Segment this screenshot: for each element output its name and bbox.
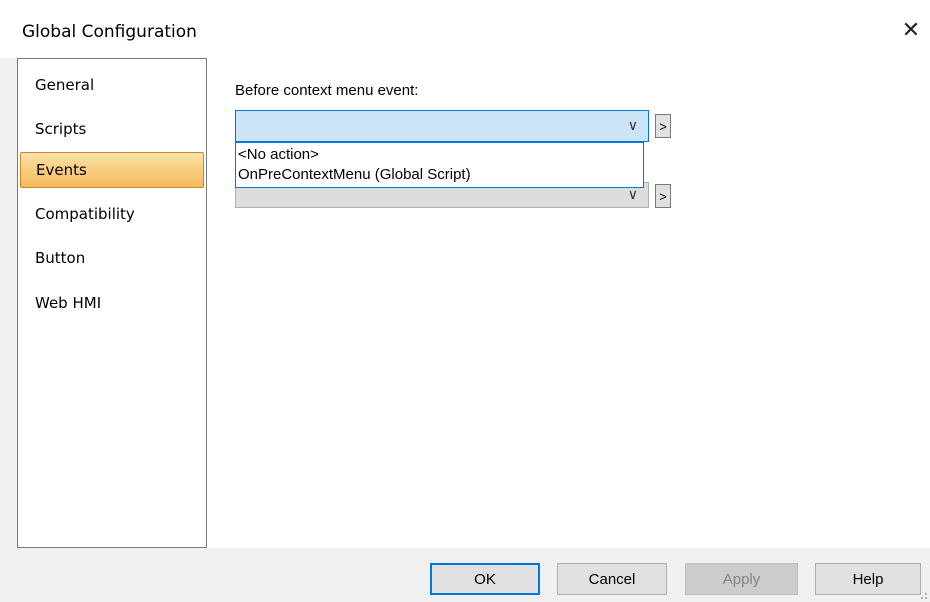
close-icon: ✕ (901, 17, 921, 43)
ok-button[interactable]: OK (430, 563, 540, 595)
before-context-menu-event-label: Before context menu event: (235, 82, 419, 99)
resize-grip-icon[interactable] (918, 590, 928, 600)
event-action-dropdown-list: <No action> OnPreContextMenu (Global Scr… (235, 142, 644, 188)
event-action-combobox[interactable]: ∨ (235, 110, 649, 142)
close-button[interactable]: ✕ (892, 10, 930, 50)
global-configuration-dialog: Global Configuration ✕ General Scripts E… (0, 0, 930, 602)
dropdown-option-no-action[interactable]: <No action> (238, 146, 319, 164)
chevron-down-icon: ∨ (627, 187, 638, 203)
sidebar-item-web-hmi[interactable]: Web HMI (20, 285, 204, 321)
sidebar-item-scripts[interactable]: Scripts (20, 111, 204, 147)
second-action-arrow-button[interactable]: > (655, 184, 671, 208)
events-panel: Before context menu event: ∨ > ∨ > <No a… (207, 58, 930, 548)
category-list: General Scripts Events Compatibility But… (17, 58, 207, 548)
sidebar-item-compatibility[interactable]: Compatibility (20, 196, 204, 232)
title-bar: Global Configuration ✕ (0, 0, 930, 58)
sidebar-item-general[interactable]: General (20, 67, 204, 103)
sidebar-item-button[interactable]: Button (20, 240, 204, 276)
event-action-arrow-button[interactable]: > (655, 114, 671, 138)
sidebar-item-events[interactable]: Events (20, 152, 204, 188)
apply-button[interactable]: Apply (685, 563, 798, 595)
cancel-button[interactable]: Cancel (557, 563, 667, 595)
chevron-down-icon: ∨ (627, 118, 638, 134)
dialog-title: Global Configuration (22, 22, 197, 42)
dropdown-option-onprecontextmenu[interactable]: OnPreContextMenu (Global Script) (238, 166, 471, 184)
help-button[interactable]: Help (815, 563, 921, 595)
